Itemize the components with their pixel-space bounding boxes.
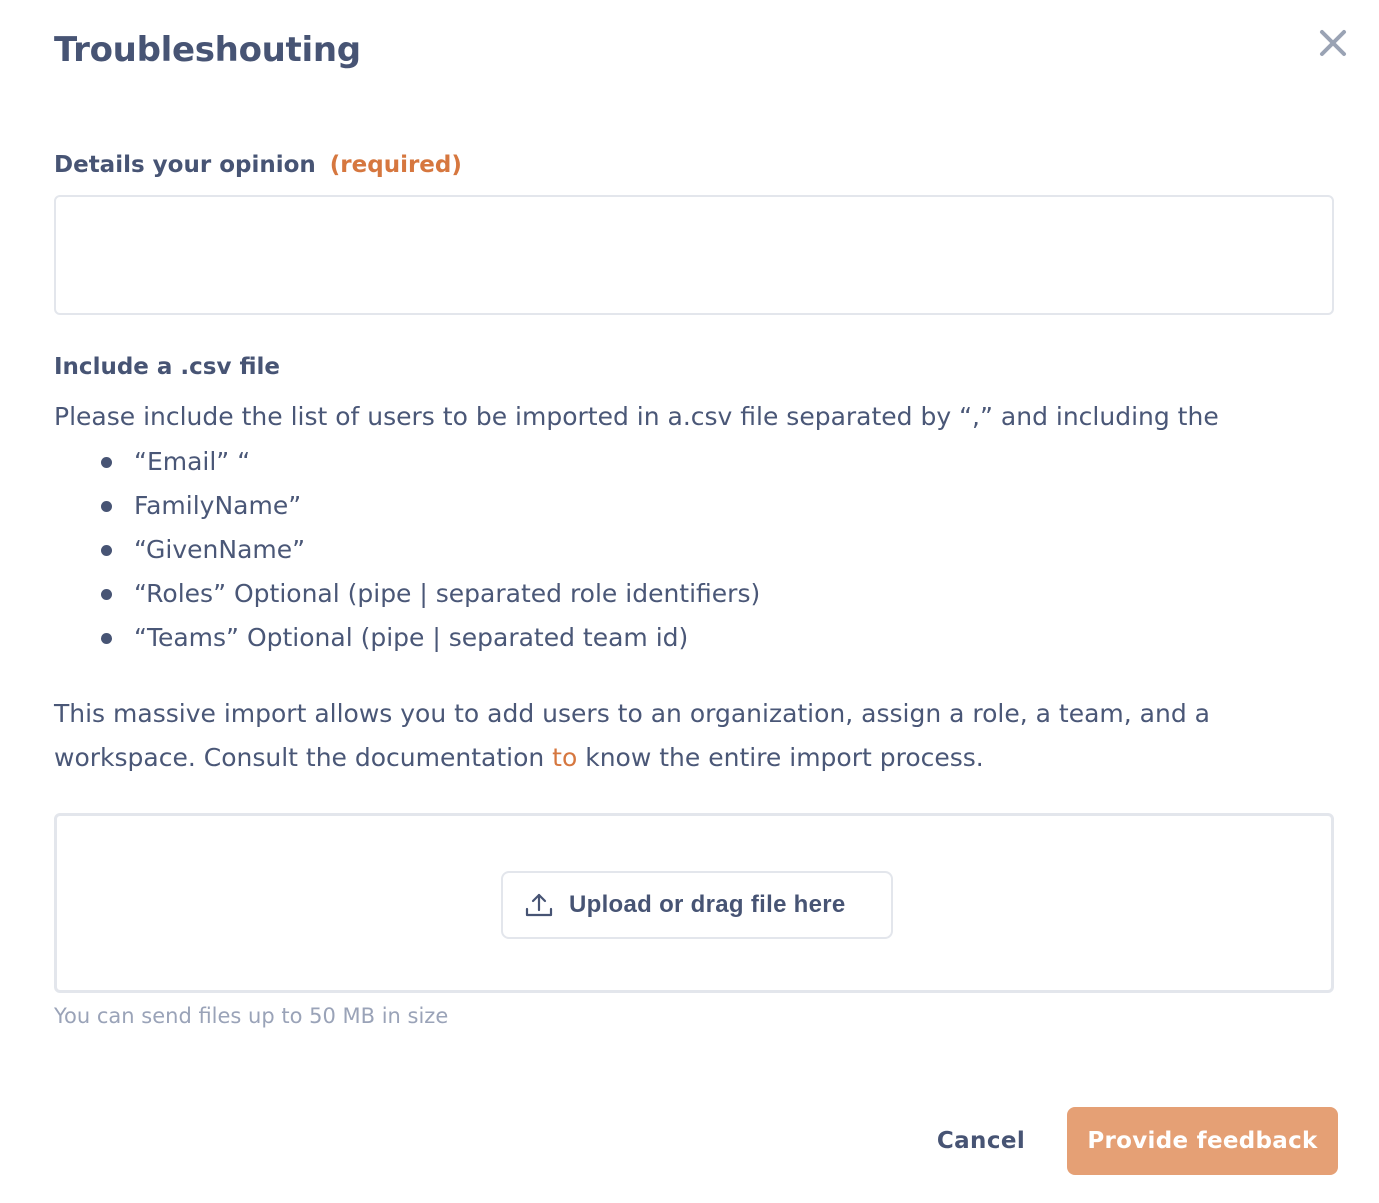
file-dropzone[interactable]: Upload or drag file here (54, 813, 1334, 993)
column-family-name: FamilyName” (134, 491, 302, 520)
import-description: This massive import allows you to add us… (54, 692, 1284, 780)
upload-icon (525, 893, 553, 917)
csv-columns-list: “Email” “ FamilyName” “GivenName” “Roles… (100, 440, 760, 660)
upload-button[interactable]: Upload or drag file here (501, 871, 893, 939)
list-item: FamilyName” (100, 484, 760, 528)
required-tag: (required) (329, 152, 462, 178)
bullet-icon (101, 545, 112, 556)
close-button[interactable] (1316, 26, 1350, 60)
opinion-textarea[interactable] (54, 195, 1334, 315)
opinion-label-text: Details your opinion (54, 152, 316, 178)
column-email: “Email” “ (134, 447, 251, 476)
bullet-icon (101, 633, 112, 644)
list-item: “Roles” Optional (pipe | separated role … (100, 572, 760, 616)
bullet-icon (101, 589, 112, 600)
troubleshooting-modal: Troubleshouting Details your opinion (req… (0, 0, 1379, 1203)
bullet-icon (101, 457, 112, 468)
csv-intro-text: Please include the list of users to be i… (54, 402, 1219, 431)
list-item: “Teams” Optional (pipe | separated team … (100, 616, 760, 660)
csv-section-title: Include a .csv file (54, 354, 281, 380)
provide-feedback-button[interactable]: Provide feedback (1067, 1107, 1338, 1175)
cancel-button[interactable]: Cancel (920, 1107, 1042, 1175)
column-roles: “Roles” Optional (pipe | separated role … (134, 579, 761, 608)
modal-title: Troubleshouting (54, 30, 361, 70)
documentation-link[interactable]: to (552, 743, 577, 772)
opinion-label: Details your opinion (required) (54, 152, 462, 178)
file-size-hint: You can send files up to 50 MB in size (54, 1004, 449, 1028)
list-item: “GivenName” (100, 528, 760, 572)
upload-button-label: Upload or drag file here (569, 891, 846, 918)
list-item: “Email” “ (100, 440, 760, 484)
column-teams: “Teams” Optional (pipe | separated team … (134, 623, 689, 652)
column-given-name: “GivenName” (134, 535, 306, 564)
bullet-icon (101, 501, 112, 512)
close-icon (1320, 30, 1346, 56)
description-text-end: know the entire import process. (577, 743, 984, 772)
